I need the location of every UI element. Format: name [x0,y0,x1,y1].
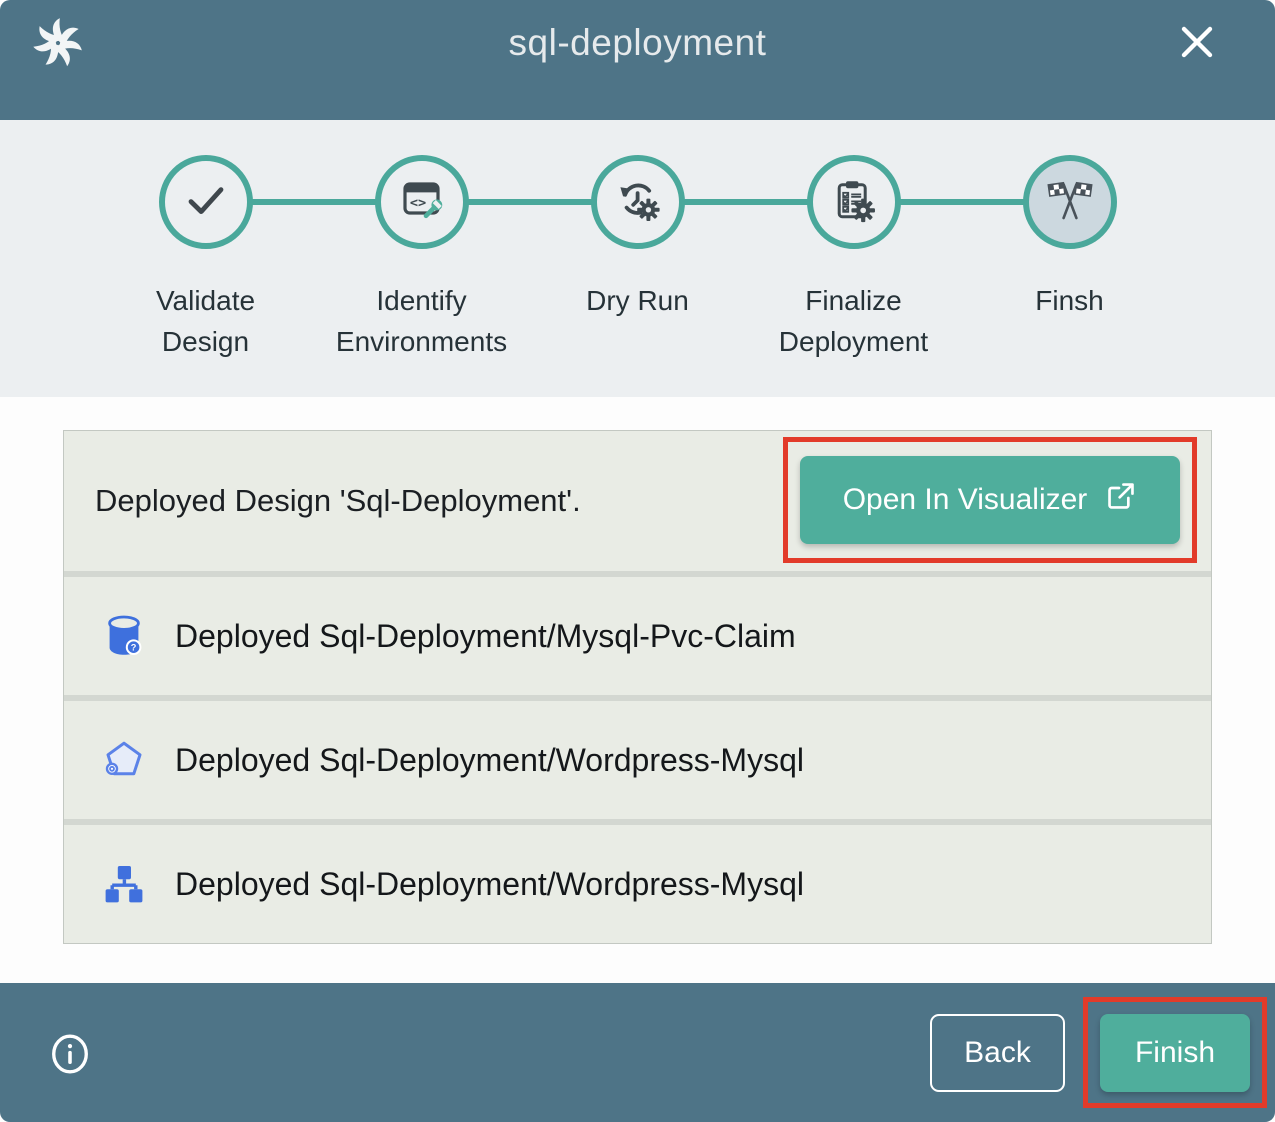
status-row: Deployed Design 'Sql-Deployment'. Open I… [64,431,1211,571]
deployment-results: Deployed Design 'Sql-Deployment'. Open I… [0,397,1275,983]
finish-button[interactable]: Finish [1100,1014,1250,1092]
checkered-flags-icon [1046,176,1094,229]
open-in-visualizer-label: Open In Visualizer [843,483,1088,517]
result-row-text: Deployed Sql-Deployment/Wordpress-Mysql [175,866,804,903]
annotation-finish: Finish [1083,997,1267,1108]
step-finalize-deployment: Finalize Deployment [746,155,962,362]
deployment-wizard-modal: sql-deployment Validate Design [0,0,1275,1122]
result-row-wordpress-mysql-service: Deployed Sql-Deployment/Wordpress-Mysql [64,701,1211,819]
step-circle-validate [159,155,253,249]
database-icon: ? [100,612,148,660]
step-label: Finsh [1035,281,1103,322]
step-label: Validate Design [117,281,295,362]
back-button[interactable]: Back [930,1014,1065,1092]
close-icon[interactable] [1174,19,1220,65]
step-circle-finish [1023,155,1117,249]
step-finish: Finsh [962,155,1178,362]
info-icon[interactable] [49,1033,91,1075]
step-circle-dry-run [591,155,685,249]
deployment-status-message: Deployed Design 'Sql-Deployment'. [95,483,581,519]
result-row-text: Deployed Sql-Deployment/Wordpress-Mysql [175,742,804,779]
results-list: Deployed Design 'Sql-Deployment'. Open I… [63,430,1212,944]
svg-text:?: ? [131,643,137,653]
hierarchy-icon [100,860,148,908]
step-label: Finalize Deployment [765,281,943,362]
result-row-text: Deployed Sql-Deployment/Mysql-Pvc-Claim [175,618,796,655]
open-in-visualizer-button[interactable]: Open In Visualizer [800,456,1180,544]
step-label: Identify Environments [333,281,511,362]
check-icon [182,176,230,229]
result-row-wordpress-mysql-deployment: Deployed Sql-Deployment/Wordpress-Mysql [64,825,1211,943]
result-row-mysql-pvc-claim: ? Deployed Sql-Deployment/Mysql-Pvc-Clai… [64,577,1211,695]
step-circle-finalize [807,155,901,249]
dry-run-icon [614,176,662,229]
step-circle-identify: <> [375,155,469,249]
step-identify-environments: <> Identify Environments [314,155,530,362]
step-dry-run: Dry Run [530,155,746,362]
step-label: Dry Run [586,281,689,322]
modal-footer: Back Finish [0,983,1275,1122]
deployment-stepper: Validate Design <> [0,120,1275,397]
modal-title: sql-deployment [0,22,1275,64]
svg-text:<>: <> [409,195,425,211]
clipboard-gear-icon [830,176,878,229]
step-validate-design: Validate Design [98,155,314,362]
pentagon-icon [100,736,148,784]
external-link-icon [1105,480,1137,520]
code-config-icon: <> [398,176,446,229]
annotation-open-in-visualizer: Open In Visualizer [783,437,1197,563]
modal-header: sql-deployment [0,0,1275,120]
